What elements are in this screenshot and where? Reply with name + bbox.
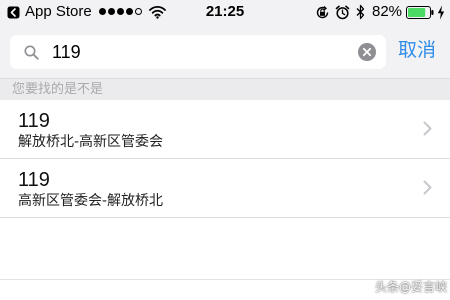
rotation-lock-icon bbox=[316, 6, 329, 19]
search-query-text[interactable]: 119 bbox=[52, 41, 81, 63]
search-input[interactable]: 119 bbox=[10, 35, 386, 69]
bus-line-number: 119 bbox=[18, 110, 50, 132]
section-header: 您要找的是不是 bbox=[0, 78, 450, 100]
bluetooth-icon bbox=[356, 4, 365, 20]
search-bar: 119 取消 bbox=[0, 26, 450, 78]
alarm-icon bbox=[335, 5, 350, 20]
list-item[interactable]: 119 解放桥北-高新区管委会 bbox=[0, 100, 450, 159]
battery-percentage: 82% bbox=[372, 3, 403, 20]
cancel-button[interactable]: 取消 bbox=[398, 38, 436, 62]
watermark: 头条@妥言峡 bbox=[375, 280, 448, 294]
bus-route: 解放桥北-高新区管委会 bbox=[18, 134, 164, 150]
chevron-right-icon bbox=[423, 180, 432, 195]
charging-icon bbox=[437, 5, 445, 20]
screen: App Store 21:25 82% 119 取消 您要找的是不是 119 解… bbox=[0, 0, 450, 300]
section-title: 您要找的是不是 bbox=[12, 82, 104, 97]
list-item[interactable]: 119 高新区管委会-解放桥北 bbox=[0, 159, 450, 218]
search-icon bbox=[24, 45, 39, 60]
clear-icon[interactable] bbox=[358, 43, 376, 61]
results-list: 119 解放桥北-高新区管委会 119 高新区管委会-解放桥北 bbox=[0, 100, 450, 218]
bus-line-number: 119 bbox=[18, 169, 50, 191]
status-bar: App Store 21:25 82% bbox=[0, 0, 450, 26]
battery-icon bbox=[406, 6, 434, 19]
chevron-right-icon bbox=[423, 121, 432, 136]
bus-route: 高新区管委会-解放桥北 bbox=[18, 193, 164, 209]
